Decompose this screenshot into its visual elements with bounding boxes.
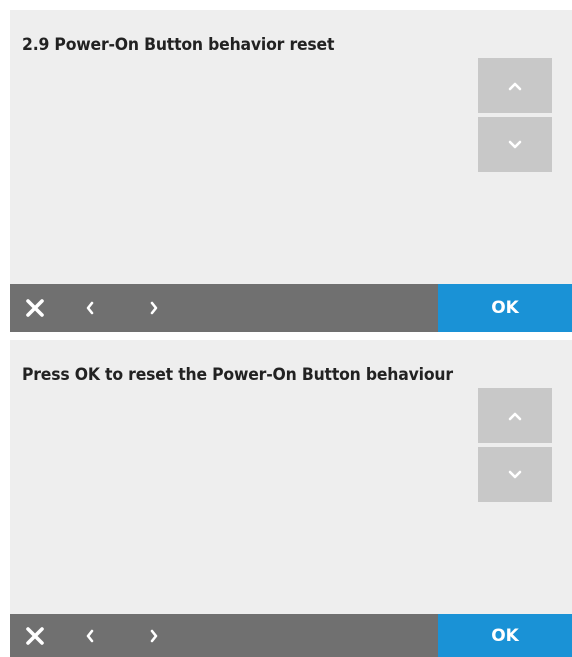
close-button[interactable] — [22, 614, 48, 657]
scroll-down-button[interactable] — [478, 117, 552, 172]
ok-button[interactable]: OK — [438, 284, 572, 332]
chevron-down-icon — [508, 140, 522, 148]
chevron-up-icon — [508, 412, 522, 420]
scroll-down-button[interactable] — [478, 447, 552, 502]
panel-screen-menu: 2.9 Power-On Button behavior reset OK — [10, 10, 572, 332]
back-button[interactable] — [80, 614, 100, 657]
close-button[interactable] — [22, 284, 48, 332]
forward-button[interactable] — [144, 614, 164, 657]
chevron-right-icon — [150, 629, 158, 642]
screen-title: Press OK to reset the Power-On Button be… — [22, 365, 453, 385]
forward-button[interactable] — [144, 284, 164, 332]
chevron-right-icon — [150, 301, 158, 315]
bottom-navigation-bar: OK — [10, 614, 572, 657]
close-icon — [26, 299, 44, 317]
close-icon — [26, 626, 44, 645]
chevron-down-icon — [508, 470, 522, 478]
bottom-navigation-bar: OK — [10, 284, 572, 332]
scroll-up-button[interactable] — [478, 58, 552, 113]
chevron-left-icon — [86, 301, 94, 315]
chevron-up-icon — [508, 82, 522, 90]
screen-title: 2.9 Power-On Button behavior reset — [22, 35, 335, 55]
scroll-up-button[interactable] — [478, 388, 552, 443]
panel-screen-confirm: Press OK to reset the Power-On Button be… — [10, 340, 572, 657]
back-button[interactable] — [80, 284, 100, 332]
chevron-left-icon — [86, 629, 94, 642]
ok-button[interactable]: OK — [438, 614, 572, 657]
